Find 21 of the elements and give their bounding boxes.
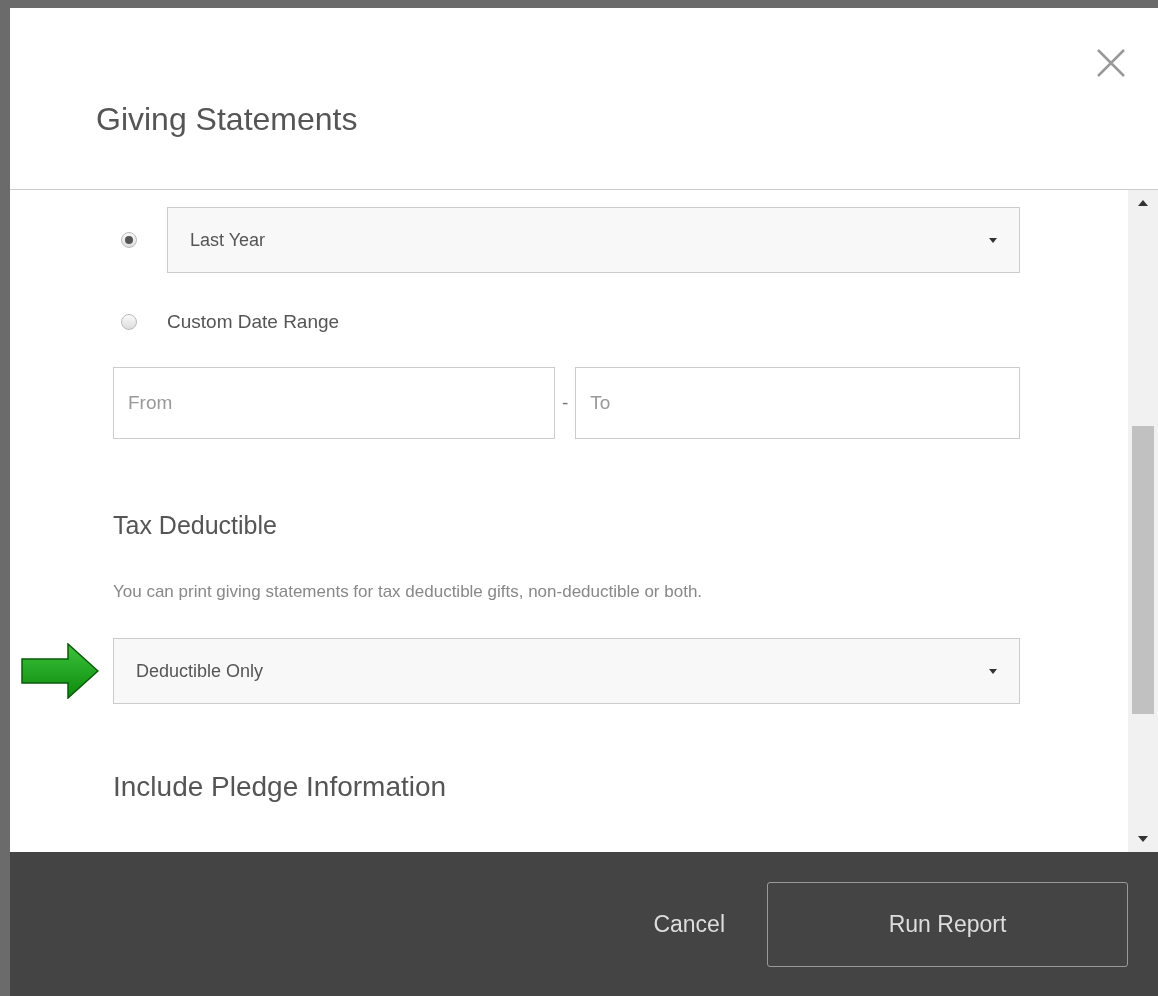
- radio-label: Custom Date Range: [167, 309, 340, 334]
- close-icon[interactable]: [1096, 48, 1126, 78]
- run-report-button[interactable]: Run Report: [767, 881, 1128, 967]
- caret-icon: [989, 668, 997, 674]
- caret-icon: [989, 237, 997, 243]
- radio-button[interactable]: [121, 314, 137, 330]
- scrollbar[interactable]: [1128, 190, 1158, 852]
- section-heading: Include Pledge Information: [113, 770, 448, 804]
- dropdown[interactable]: Deductible Only: [113, 638, 1020, 704]
- section-description: You can print giving statements for tax deductible gifts, non-deductible or both.: [113, 580, 704, 603]
- dropdown[interactable]: Last Year: [167, 207, 1020, 273]
- scroll-down-icon[interactable]: [1138, 836, 1148, 842]
- from-field[interactable]: From: [113, 367, 555, 439]
- section-heading: Tax Deductible: [113, 510, 278, 541]
- range-separator: -: [561, 390, 570, 415]
- dialog-title: Giving Statements: [96, 100, 358, 139]
- scroll-up-icon[interactable]: [1138, 200, 1148, 206]
- radio-button[interactable]: [121, 232, 137, 248]
- cancel-button[interactable]: Cancel: [653, 906, 725, 942]
- arrow-icon: [21, 643, 99, 699]
- to-field[interactable]: To: [575, 367, 1020, 439]
